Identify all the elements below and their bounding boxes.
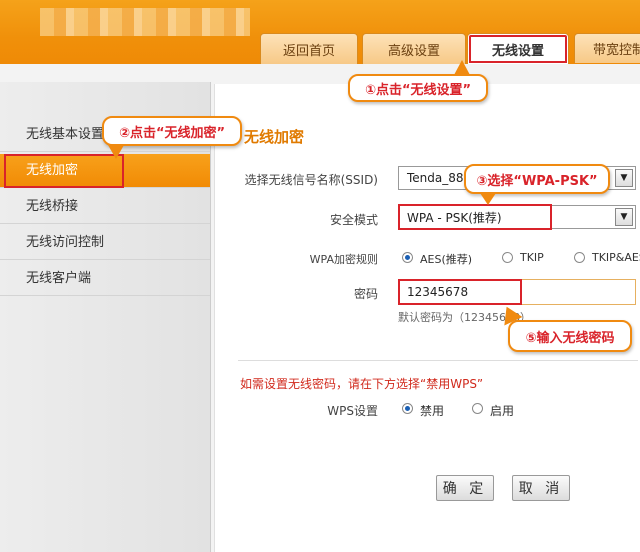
- wps-label: WPS设置: [327, 404, 378, 418]
- section-divider: [238, 360, 638, 361]
- ssid-label: 选择无线信号名称(SSID): [244, 173, 378, 187]
- chevron-down-icon[interactable]: ▼: [615, 169, 633, 187]
- security-mode-label: 安全模式: [329, 213, 378, 227]
- callout-step3-pointer: [480, 193, 496, 205]
- cancel-button[interactable]: 取 消: [512, 475, 570, 501]
- wps-disable-radio[interactable]: [402, 403, 413, 414]
- sidebar: 无线基本设置 无线加密 无线桥接 无线访问控制 无线客户端: [0, 82, 211, 552]
- wpa-aes-radio[interactable]: [402, 252, 413, 263]
- sidebar-item-wireless-bridge[interactable]: 无线桥接: [0, 190, 210, 224]
- security-mode-value: WPA - PSK(推荐): [407, 210, 502, 225]
- security-mode-select[interactable]: WPA - PSK(推荐) ▼: [398, 205, 636, 229]
- callout-step2-pointer: [108, 145, 124, 159]
- tab-bandwidth-control[interactable]: 带宽控制: [574, 33, 640, 63]
- sidebar-item-wireless-encryption[interactable]: 无线加密: [0, 154, 210, 188]
- tab-wireless-settings[interactable]: 无线设置: [467, 33, 569, 65]
- wpa-tkip-aes-label: TKIP&AES: [592, 251, 640, 264]
- wps-enable-radio[interactable]: [472, 403, 483, 414]
- wpa-aes-label: AES(推荐): [420, 253, 473, 266]
- sidebar-item-access-control[interactable]: 无线访问控制: [0, 226, 210, 260]
- ssid-value: Tenda_88: [407, 171, 464, 185]
- password-value: 12345678: [407, 285, 469, 299]
- wpa-tkip-label: TKIP: [520, 251, 544, 264]
- wpa-rule-label: WPA加密规则: [309, 253, 378, 266]
- callout-step5: ⑤输入无线密码: [508, 320, 632, 352]
- chevron-down-icon[interactable]: ▼: [615, 208, 633, 226]
- wps-enable-label: 启用: [490, 404, 515, 418]
- callout-step3: ③选择“WPA-PSK”: [464, 164, 610, 194]
- page-title: 无线加密: [244, 128, 305, 146]
- tab-advanced-settings[interactable]: 高级设置: [362, 33, 466, 64]
- wps-disable-label: 禁用: [420, 404, 445, 418]
- wpa-tkip-radio[interactable]: [502, 252, 513, 263]
- password-label: 密码: [353, 287, 378, 301]
- callout-step2: ②点击“无线加密”: [102, 116, 242, 146]
- sidebar-item-wireless-clients[interactable]: 无线客户端: [0, 262, 210, 296]
- wps-note: 如需设置无线密码，请在下方选择“禁用WPS”: [240, 377, 484, 391]
- callout-step1: ①点击“无线设置”: [348, 74, 488, 102]
- callout-step1-pointer: [454, 60, 470, 75]
- tab-home[interactable]: 返回首页: [260, 33, 358, 64]
- brand-logo: [40, 8, 250, 36]
- password-field[interactable]: 12345678: [398, 279, 636, 305]
- wpa-tkip-aes-radio[interactable]: [574, 252, 585, 263]
- confirm-button[interactable]: 确 定: [436, 475, 494, 501]
